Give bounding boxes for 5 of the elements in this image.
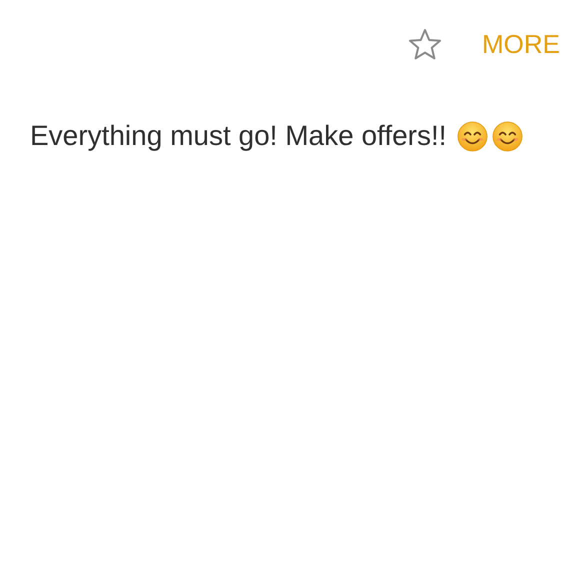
smiley-icon <box>492 120 523 152</box>
message-text: Everything must go! Make offers!! <box>30 120 447 152</box>
more-button[interactable]: MORE <box>482 28 560 60</box>
star-button[interactable] <box>408 28 442 60</box>
smiley-icon <box>456 120 488 152</box>
